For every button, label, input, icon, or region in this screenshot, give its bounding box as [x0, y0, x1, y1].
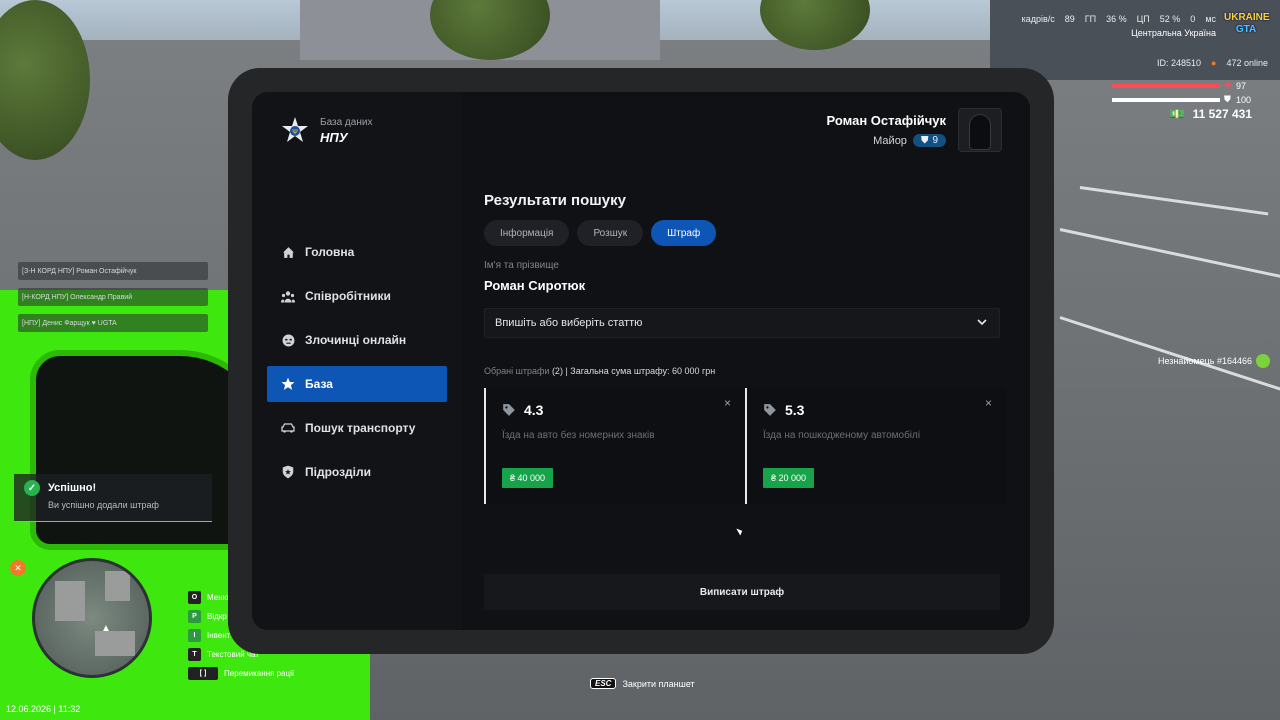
- minimap: ▲: [32, 558, 152, 678]
- server-logo: UKRAINE GTA: [1224, 12, 1270, 35]
- summary-total: | Загальна сума штрафу: 60 000 грн: [565, 366, 716, 376]
- fine-amount: ₴ 20 000: [763, 468, 815, 488]
- page-title: Результати пошуку: [484, 192, 626, 209]
- sidebar-nav: Головна Співробітники Злочинці онлайн Ба…: [267, 234, 447, 498]
- tablet-screen: Ψ База даних НПУ Головна Співробітники З…: [252, 92, 1030, 630]
- fine-article: 5.3: [785, 402, 805, 418]
- armor-bar: [1112, 98, 1220, 102]
- money-display: 💵 11 527 431: [1170, 107, 1252, 121]
- chat-line: [Н-КОРД НПУ] Олександр Правий: [18, 288, 208, 306]
- notification-title: Успішно!: [48, 482, 97, 494]
- armor-icon: ⛊: [1224, 94, 1231, 104]
- logo-subtitle: База даних: [320, 117, 373, 128]
- money-value: 11 527 431: [1192, 107, 1252, 121]
- esc-hint: ESC Закрити планшет: [590, 678, 695, 689]
- summary-count: (2): [551, 366, 563, 376]
- player-marker-icon: ▲: [101, 623, 111, 634]
- microphone-icon: [1256, 354, 1271, 368]
- issue-fine-button[interactable]: Виписати штраф: [484, 574, 1000, 610]
- datetime: 12.06.2026 | 11:32: [6, 704, 81, 714]
- shield-icon: [281, 465, 295, 479]
- armor-value: 100: [1236, 95, 1252, 105]
- keybind-row: [ ] Перемикання рації: [188, 664, 294, 683]
- sidebar-item-vehicle-search[interactable]: Пошук транспорту: [267, 410, 447, 446]
- police-tablet: Ψ База даних НПУ Головна Співробітники З…: [228, 68, 1054, 654]
- tab-fine[interactable]: Штраф: [651, 220, 717, 246]
- ping-value: 0: [1190, 14, 1196, 24]
- tab-wanted[interactable]: Розшук: [577, 220, 644, 246]
- heart-icon: ✚: [1224, 80, 1232, 90]
- tag-icon: [763, 403, 777, 417]
- people-icon: [281, 289, 295, 303]
- notification-text: Ви успішно додали штраф: [48, 500, 159, 510]
- sidebar: Ψ База даних НПУ Головна Співробітники З…: [252, 92, 462, 630]
- health-bar: [1112, 84, 1220, 88]
- fine-amount: ₴ 40 000: [502, 468, 554, 488]
- home-icon: [281, 245, 295, 259]
- tab-information[interactable]: Інформація: [484, 220, 570, 246]
- esc-key: ESC: [590, 678, 617, 689]
- cp-value: 52 %: [1159, 14, 1181, 24]
- chat-line: [НПУ] Денис Фарщук ♥ UGTA: [18, 314, 208, 332]
- stranger-tag: Незнайомець #164466: [1158, 354, 1271, 368]
- fps-value: 89: [1064, 14, 1075, 24]
- article-select-placeholder: Впишіть або виберіть статтю: [495, 317, 643, 329]
- online-count: 472 online: [1226, 58, 1268, 68]
- logo-title: НПУ: [320, 130, 348, 145]
- fine-summary: Обрані штрафи (2) | Загальна сума штрафу…: [484, 366, 715, 376]
- fps-label: кадрів/с: [1021, 14, 1055, 24]
- esc-text: Закрити планшет: [622, 678, 695, 689]
- sidebar-item-employees[interactable]: Співробітники: [267, 278, 447, 314]
- police-star-icon: Ψ: [282, 117, 308, 142]
- person-name: Роман Сиротюк: [484, 278, 586, 293]
- fine-article: 4.3: [524, 402, 544, 418]
- region-label: Центральна Україна: [1131, 28, 1216, 38]
- sidebar-item-criminals[interactable]: Злочинці онлайн: [267, 322, 447, 358]
- health-value: 97: [1236, 81, 1247, 91]
- chat-feed: [З-Н КОРД НПУ] Роман Остафійчук [Н-КОРД …: [18, 262, 208, 340]
- fine-description: Їзда на авто без номерних знаків: [502, 430, 655, 441]
- gp-value: 36 %: [1106, 14, 1127, 24]
- fine-card: 5.3 Їзда на пошкодженому автомобілі ₴ 20…: [745, 388, 1006, 504]
- remove-fine-button[interactable]: ×: [724, 396, 731, 410]
- name-label: Ім'я та прізвище: [484, 260, 559, 271]
- svg-text:Ψ: Ψ: [292, 128, 298, 136]
- remove-fine-button[interactable]: ×: [985, 396, 992, 410]
- article-select[interactable]: Впишіть або виберіть статтю: [484, 308, 1000, 338]
- ping-label: мс: [1205, 14, 1216, 24]
- cp-label: ЦП: [1136, 14, 1150, 24]
- criminal-icon: [281, 333, 295, 347]
- success-notification: ✓ Успішно! Ви успішно додали штраф: [14, 474, 212, 522]
- fine-cards: 4.3 Їзда на авто без номерних знаків ₴ 4…: [484, 388, 1006, 504]
- npu-logo: Ψ База даних НПУ: [280, 116, 372, 146]
- car-icon: [281, 421, 295, 435]
- tag-icon: [502, 403, 516, 417]
- sidebar-item-units[interactable]: Підрозділи: [267, 454, 447, 490]
- fine-card: 4.3 Їзда на авто без номерних знаків ₴ 4…: [484, 388, 745, 504]
- result-tabs: Інформація Розшук Штраф: [484, 220, 717, 246]
- gp-label: ГП: [1084, 14, 1097, 24]
- cash-icon: 💵: [1169, 107, 1185, 121]
- sidebar-item-home[interactable]: Головна: [267, 234, 447, 270]
- orange-marker-icon: ✕: [10, 560, 26, 576]
- chat-line: [З-Н КОРД НПУ] Роман Остафійчук: [18, 262, 208, 280]
- check-icon: ✓: [24, 480, 40, 496]
- fine-description: Їзда на пошкодженому автомобілі: [763, 430, 921, 441]
- online-dot-icon: ●: [1211, 58, 1217, 68]
- summary-label: Обрані штрафи: [484, 366, 550, 376]
- chevron-down-icon: [977, 317, 987, 329]
- star-icon: [281, 377, 295, 391]
- sidebar-item-database[interactable]: База: [267, 366, 447, 402]
- player-id: ID: 248510: [1156, 58, 1202, 68]
- search-results-panel: Результати пошуку Інформація Розшук Штра…: [484, 92, 1006, 630]
